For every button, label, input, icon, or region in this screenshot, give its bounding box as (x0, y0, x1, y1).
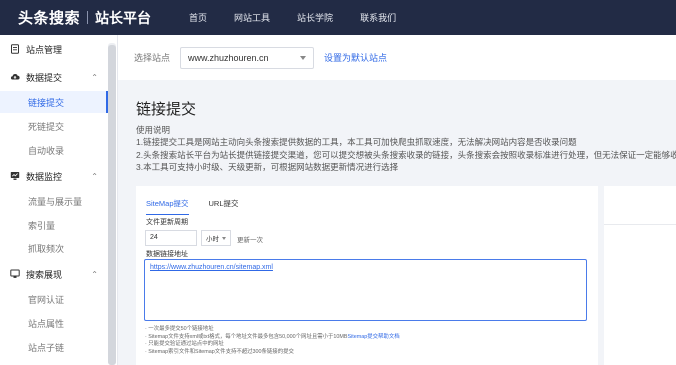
sidebar-item-site-management[interactable]: 站点管理 (0, 38, 108, 60)
sidebar-item-label: 搜索展现 (26, 269, 63, 280)
document-icon (11, 44, 19, 54)
divider (604, 224, 676, 225)
usage-description: 使用说明 1.链接提交工具是网站主动向头条搜索提供数据的工具，本工具可加快爬虫抓… (136, 124, 676, 173)
sidebar-item-site-sublinks[interactable]: 站点子链 (0, 336, 108, 358)
site-select-label: 选择站点 (134, 53, 171, 63)
period-unit-select[interactable]: 小时 (201, 230, 231, 246)
site-dropdown[interactable]: www.zhuzhouren.cn (180, 46, 315, 69)
brand-logo[interactable]: 头条搜索 站长平台 (18, 7, 151, 28)
caret-down-icon (222, 236, 226, 240)
period-unit-value: 小时 (206, 236, 219, 243)
sidebar-item-data-submit[interactable]: 数据提交 ⌃ (0, 66, 108, 88)
sidebar-scrollbar[interactable] (108, 43, 116, 365)
nav-academy[interactable]: 站长学院 (297, 11, 333, 24)
sidebar-item-label: 官网认证 (28, 294, 65, 305)
set-default-site-link[interactable]: 设置为默认站点 (324, 51, 387, 64)
sidebar-item-label: 抓取频次 (28, 243, 65, 254)
sidebar-item-crawl-frequency[interactable]: 抓取频次 (0, 237, 108, 259)
display-icon (10, 269, 20, 278)
sidebar-item-site-attributes[interactable]: 站点属性 (0, 312, 108, 334)
data-url-label: 数据链接地址 (146, 251, 188, 258)
note-line: · 一次最多提交50个链接地址 (145, 326, 214, 332)
help-doc-link[interactable]: Sitemap提交帮助文档 (347, 334, 399, 340)
description-heading: 使用说明 (136, 125, 171, 135)
chevron-up-icon: ⌃ (91, 171, 98, 181)
sidebar-item-traffic[interactable]: 流量与展示量 (0, 190, 108, 212)
sidebar-item-label: 站点属性 (28, 318, 65, 329)
caret-down-icon (300, 55, 307, 60)
site-dropdown-value: www.zhuzhouren.cn (188, 52, 269, 63)
brand-divider (87, 11, 89, 24)
sidebar-item-official-verification[interactable]: 官网认证 (0, 288, 108, 310)
sidebar-item-index-volume[interactable]: 索引量 (0, 214, 108, 236)
sitemap-url-textarea[interactable]: https://www.zhuzhouren.cn/sitemap.xml (144, 259, 587, 321)
submit-tabs: SiteMap提交 URL提交 (146, 198, 259, 215)
sidebar-item-search-display[interactable]: 搜索展现 ⌃ (0, 263, 108, 285)
submit-card: SiteMap提交 URL提交 文件更新周期 24 小时 更新一次 数据链接地址… (136, 186, 598, 365)
chevron-up-icon: ⌃ (91, 72, 98, 82)
nav-contact[interactable]: 联系我们 (360, 11, 396, 24)
brand-name: 头条搜索 (18, 10, 81, 27)
description-line: 3.本工具可支持小时级、天级更新，可根据网站数据更新情况进行选择 (136, 161, 399, 172)
top-navbar: 头条搜索 站长平台 首页 网站工具 站长学院 联系我们 (0, 0, 676, 35)
chevron-up-icon: ⌃ (91, 269, 98, 279)
sidebar-item-data-monitor[interactable]: 数据监控 ⌃ (0, 165, 108, 187)
sidebar-item-dead-link-submit[interactable]: 死链提交 (0, 115, 108, 137)
sidebar-item-label: 数据监控 (26, 171, 63, 182)
sidebar-item-label: 死链提交 (28, 121, 65, 132)
nav-home[interactable]: 首页 (189, 11, 207, 24)
side-panel (604, 186, 676, 365)
site-selector-bar: 选择站点 www.zhuzhouren.cn 设置为默认站点 (118, 35, 676, 80)
nav-site-tools[interactable]: 网站工具 (234, 11, 270, 24)
sidebar-item-auto-index[interactable]: 自动收录 (0, 139, 108, 161)
tab-url-submit[interactable]: URL提交 (209, 198, 239, 215)
update-period-input[interactable]: 24 (145, 230, 197, 246)
brand-subtitle: 站长平台 (95, 9, 152, 26)
update-suffix: 更新一次 (237, 237, 263, 244)
sidebar-item-label: 数据提交 (26, 72, 63, 83)
sidebar-item-label: 索引量 (28, 220, 56, 231)
sitemap-url-value: https://www.zhuzhouren.cn/sitemap.xml (150, 264, 273, 271)
scrollbar-thumb[interactable] (108, 45, 116, 365)
description-line: 2.头条搜索站长平台为站长提供链接提交渠道，您可以提交想被头条搜索收录的链接，头… (136, 149, 676, 160)
page-title: 链接提交 (136, 101, 197, 118)
description-line: 1.链接提交工具是网站主动向头条搜索提供数据的工具，本工具可加快爬虫抓取速度，无… (136, 137, 577, 148)
submit-notes: · 一次最多提交50个链接地址 · Sitemap文件支持xml或txt格式，每… (145, 326, 400, 356)
sidebar-item-label: 链接提交 (28, 97, 65, 108)
sidebar: 站点管理 数据提交 ⌃ 链接提交 死链提交 自动收录 数据监控 ⌃ 流量与展示量… (0, 35, 118, 365)
main-nav: 首页 网站工具 站长学院 联系我们 (189, 11, 423, 24)
note-line: · Sitemap索引文件和Sitemap文件支持不超过300条链接的提交 (145, 348, 294, 355)
monitor-icon (10, 172, 20, 180)
update-period-label: 文件更新周期 (146, 219, 188, 226)
sidebar-item-label: 自动收录 (28, 145, 65, 156)
sidebar-item-label: 站点管理 (26, 44, 63, 55)
sidebar-item-label: 站点子链 (28, 342, 65, 353)
sidebar-item-label: 流量与展示量 (28, 196, 83, 207)
note-line: · 只能提交验证通过站点中的网址 (145, 341, 224, 348)
cloud-upload-icon (10, 74, 20, 80)
sidebar-item-link-submit[interactable]: 链接提交 (0, 91, 108, 113)
tab-sitemap-submit[interactable]: SiteMap提交 (146, 198, 189, 215)
